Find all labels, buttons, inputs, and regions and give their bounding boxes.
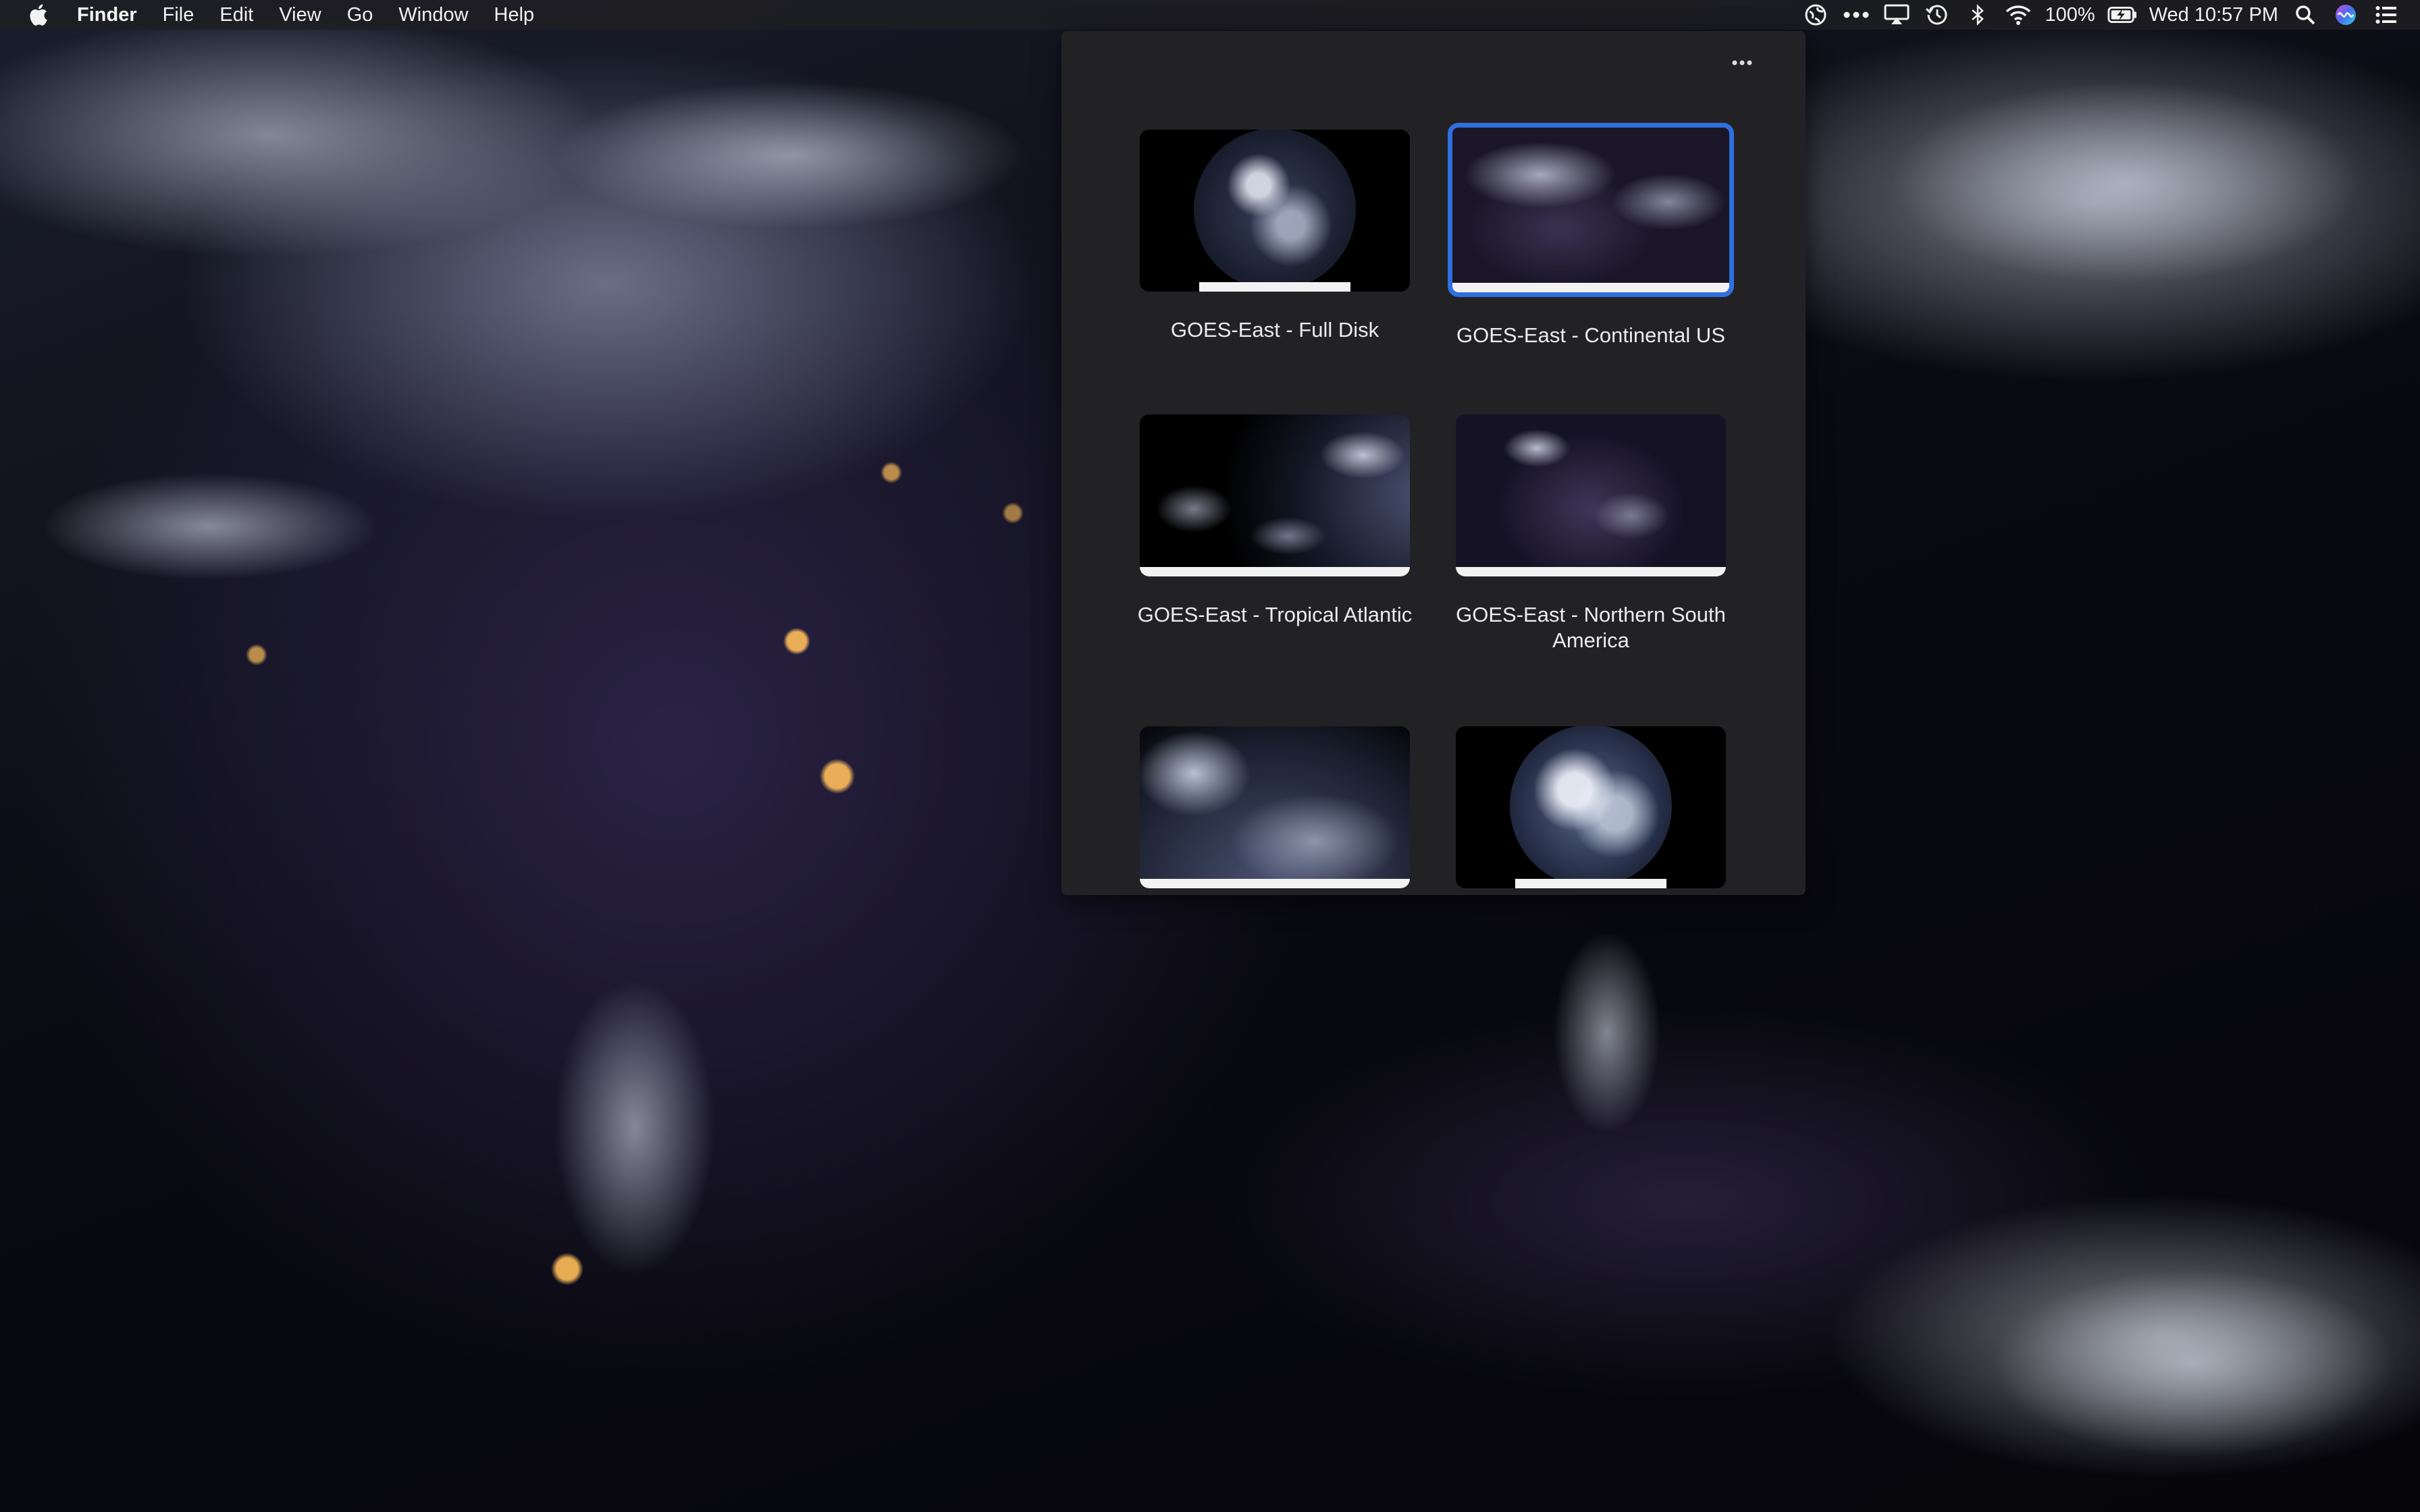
satellite-view-popover: GOES-East - Full Disk GOES-East - Contin… bbox=[1061, 31, 1806, 895]
thumbnail-caption-strip bbox=[1515, 879, 1666, 888]
menu-bar: Finder File Edit View Go Window Help 100… bbox=[0, 0, 2420, 30]
battery-percent[interactable]: 100% bbox=[2038, 0, 2102, 30]
tile-label: GOES-East - Continental US bbox=[1456, 323, 1725, 347]
tile-label: GOES-East - Full Disk bbox=[1170, 318, 1379, 342]
tile-full-disk-2[interactable] bbox=[1446, 726, 1735, 895]
thumbnail-image bbox=[1452, 128, 1729, 292]
tile-northern-south-america[interactable]: GOES-East - Northern South America bbox=[1446, 414, 1735, 653]
globe-status-icon[interactable] bbox=[1801, 0, 1831, 30]
thumbnail[interactable] bbox=[1140, 130, 1410, 292]
earth-globe-image bbox=[1194, 130, 1356, 290]
search-icon[interactable] bbox=[2290, 0, 2320, 30]
cloud bbox=[554, 81, 1026, 230]
siri-icon[interactable] bbox=[2331, 0, 2361, 30]
tile-tropical-atlantic[interactable]: GOES-East - Tropical Atlantic bbox=[1130, 414, 1419, 628]
thumbnail[interactable] bbox=[1140, 414, 1410, 576]
thumbnail-image bbox=[1140, 726, 1410, 888]
thumbnail[interactable] bbox=[1140, 726, 1410, 888]
menu-window[interactable]: Window bbox=[386, 0, 481, 30]
cloud bbox=[554, 979, 716, 1276]
menu-edit[interactable]: Edit bbox=[207, 0, 266, 30]
clock[interactable]: Wed 10:57 PM bbox=[2142, 0, 2285, 30]
thumbnail-caption-strip bbox=[1456, 567, 1726, 576]
earth-globe-image bbox=[1510, 726, 1672, 887]
tile-south-america[interactable] bbox=[1130, 726, 1419, 895]
menu-app-finder[interactable]: Finder bbox=[73, 0, 150, 30]
thumbnail-image bbox=[1140, 414, 1410, 576]
notification-center-icon[interactable] bbox=[2371, 0, 2401, 30]
battery-icon[interactable] bbox=[2107, 0, 2137, 30]
time-machine-icon[interactable] bbox=[1922, 0, 1952, 30]
tile-full-disk[interactable]: GOES-East - Full Disk bbox=[1130, 130, 1419, 343]
view-grid: GOES-East - Full Disk GOES-East - Contin… bbox=[1061, 31, 1806, 895]
apple-icon[interactable] bbox=[23, 0, 53, 30]
tile-label: GOES-East - Northern South America bbox=[1456, 603, 1726, 652]
menu-file[interactable]: File bbox=[150, 0, 207, 30]
cloud bbox=[1891, 81, 2363, 284]
menu-view[interactable]: View bbox=[266, 0, 334, 30]
more-status-icon[interactable] bbox=[1841, 0, 1871, 30]
cloud bbox=[1992, 1269, 2397, 1458]
thumbnail-caption-strip bbox=[1199, 282, 1350, 292]
tile-label: GOES-East - Tropical Atlantic bbox=[1137, 603, 1413, 626]
thumbnail-image bbox=[1456, 414, 1726, 576]
thumbnail[interactable] bbox=[1456, 414, 1726, 576]
thumbnail-caption-strip bbox=[1452, 283, 1729, 292]
thumbnail-caption-strip bbox=[1140, 567, 1410, 576]
cloud bbox=[1553, 932, 1661, 1134]
tile-continental-us[interactable]: GOES-East - Continental US bbox=[1446, 123, 1735, 348]
menu-go[interactable]: Go bbox=[334, 0, 386, 30]
airplay-icon[interactable] bbox=[1882, 0, 1912, 30]
menu-help[interactable]: Help bbox=[481, 0, 548, 30]
thumbnail[interactable] bbox=[1448, 123, 1734, 297]
cloud bbox=[41, 473, 378, 580]
thumbnail-caption-strip bbox=[1140, 879, 1410, 888]
bluetooth-icon[interactable] bbox=[1963, 0, 1993, 30]
thumbnail[interactable] bbox=[1456, 726, 1726, 888]
wifi-icon[interactable] bbox=[2003, 0, 2033, 30]
